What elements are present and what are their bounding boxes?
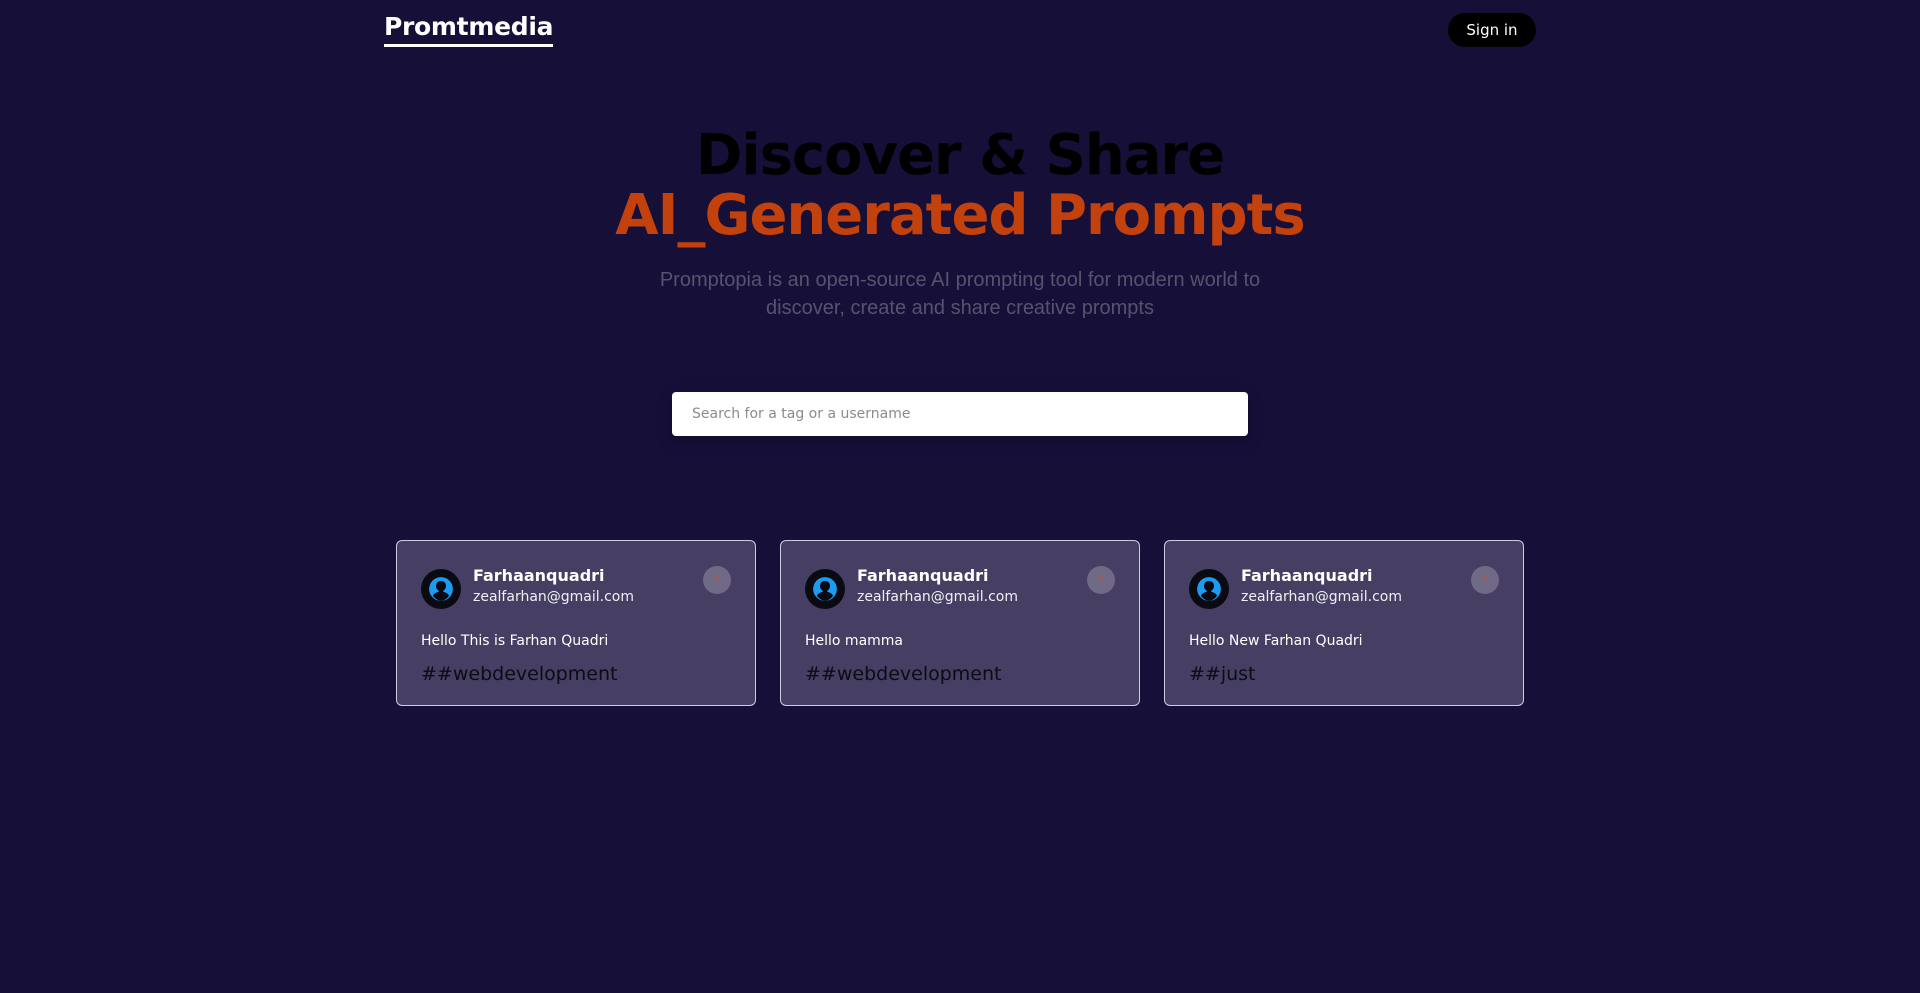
page: Promtmedia Sign in Discover & Share AI_G…: [0, 0, 1920, 993]
brand-logo-link[interactable]: Promtmedia: [384, 12, 553, 47]
prompt-card: Farhaanquadri zealfarhan@gmail.com Hello…: [1164, 540, 1524, 706]
user-info: Farhaanquadri zealfarhan@gmail.com: [857, 566, 1018, 608]
card-header[interactable]: Farhaanquadri zealfarhan@gmail.com: [1189, 566, 1499, 609]
prompt-tag[interactable]: ##webdevelopment: [421, 663, 731, 685]
user-email: zealfarhan@gmail.com: [1241, 589, 1403, 605]
hero-section: Discover & Share AI_Generated Prompts Pr…: [0, 126, 1920, 322]
username: Farhaanquadri: [1241, 566, 1373, 585]
prompt-card: Farhaanquadri zealfarhan@gmail.com Hello…: [780, 540, 1140, 706]
user-avatar-icon: [1189, 569, 1229, 609]
prompt-text: Hello This is Farhan Quadri: [421, 633, 609, 649]
copy-icon: [711, 571, 723, 589]
prompt-text: Hello mamma: [805, 633, 904, 649]
username: Farhaanquadri: [857, 566, 989, 585]
copy-icon: [1479, 571, 1491, 589]
prompt-text: Hello New Farhan Quadri: [1189, 633, 1363, 649]
hero-description: Promptopia is an open-source AI promptin…: [659, 269, 1261, 319]
user-info: Farhaanquadri zealfarhan@gmail.com: [473, 566, 634, 608]
copy-icon: [1095, 571, 1107, 589]
card-header[interactable]: Farhaanquadri zealfarhan@gmail.com: [805, 566, 1115, 609]
hero-heading-line1: Discover & Share: [695, 123, 1225, 188]
card-header[interactable]: Farhaanquadri zealfarhan@gmail.com: [421, 566, 731, 609]
prompt-card: Farhaanquadri zealfarhan@gmail.com Hello…: [396, 540, 756, 706]
prompt-tag[interactable]: ##webdevelopment: [805, 663, 1115, 685]
sign-in-button[interactable]: Sign in: [1448, 13, 1536, 47]
user-avatar-icon: [805, 569, 845, 609]
copy-button[interactable]: [1087, 566, 1115, 594]
copy-button[interactable]: [703, 566, 731, 594]
search-input[interactable]: [672, 392, 1248, 436]
copy-button[interactable]: [1471, 566, 1499, 594]
user-email: zealfarhan@gmail.com: [857, 589, 1019, 605]
user-avatar-icon: [421, 569, 461, 609]
search-form: [672, 392, 1248, 436]
hero-heading: Discover & Share AI_Generated Prompts: [0, 126, 1920, 246]
navbar: Promtmedia Sign in: [384, 0, 1536, 60]
prompt-tag[interactable]: ##just: [1189, 663, 1499, 685]
user-info: Farhaanquadri zealfarhan@gmail.com: [1241, 566, 1402, 608]
prompt-card-list: Farhaanquadri zealfarhan@gmail.com Hello…: [396, 540, 1524, 706]
username: Farhaanquadri: [473, 566, 605, 585]
user-email: zealfarhan@gmail.com: [473, 589, 635, 605]
hero-heading-line2: AI_Generated Prompts: [615, 183, 1305, 248]
